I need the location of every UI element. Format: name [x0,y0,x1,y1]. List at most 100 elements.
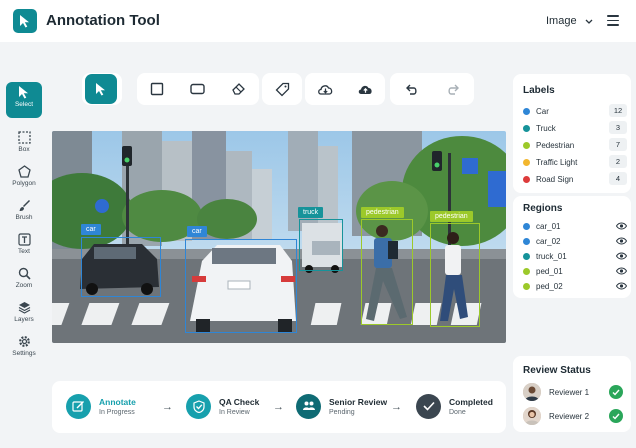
label-count: 7 [609,138,627,151]
app-logo [13,9,37,33]
cursor-icon [19,86,28,99]
app-header: Annotation Tool Image [0,0,636,42]
labels-panel: Labels Car 12 Truck 3 Pedestrian 7 Traffic … [513,74,631,193]
eye-icon[interactable] [616,267,627,275]
bbox-car-2[interactable] [185,239,297,333]
reviewer-row: Reviewer 2 [523,406,623,426]
toolbar-download-button[interactable] [307,73,343,105]
region-color-dot [523,237,530,245]
view-select[interactable]: Image [546,15,593,27]
label-color-dot [523,175,530,183]
cursor-icon [20,15,29,28]
region-item-ped-02[interactable]: ped_02 [523,279,627,293]
tool-layers[interactable]: Layers [6,298,42,334]
label-name: Road Sign [536,174,574,184]
workflow-step-completed[interactable]: Completed Done [416,386,493,426]
label-item-pedestrian[interactable]: Pedestrian 7 [523,138,627,152]
bbox-pedestrian-1[interactable] [361,219,413,325]
tool-zoom[interactable]: Zoom [6,264,42,300]
chevron-down-icon [585,19,593,24]
eraser-icon [232,83,246,95]
cloud-upload-icon [358,85,372,94]
shield-check-icon [192,399,205,413]
tool-polygon[interactable]: Polygon [6,162,42,198]
tool-label: Text [18,248,30,255]
tool-sidebar: Select Box Polygon Brush Text Zoom Layer… [0,80,46,368]
toolbar-group-select [82,73,122,105]
menu-icon[interactable] [607,15,619,26]
qa-icon-circle [186,393,211,419]
check-circle-icon [609,385,623,399]
toolbar-tag-button[interactable] [264,73,300,105]
eye-icon[interactable] [616,252,627,260]
bbox-label-truck-1: truck [298,207,324,218]
toolbar-group-cloud [305,73,385,105]
workflow-step-annotate[interactable]: Annotate In Progress [66,386,136,426]
region-name: car_02 [536,236,561,246]
eye-icon[interactable] [616,237,627,245]
labels-title: Labels [523,85,555,96]
label-color-dot [523,107,530,115]
tool-label: Box [18,146,30,153]
tool-brush[interactable]: Brush [6,196,42,232]
bbox-label-car-1: car [81,224,101,235]
region-item-truck-01[interactable]: truck_01 [523,249,627,263]
eye-icon[interactable] [616,222,627,230]
tool-label: Select [14,101,34,108]
edit-icon [72,400,84,412]
bbox-pedestrian-2[interactable] [430,223,480,327]
tool-select[interactable]: Select [6,82,42,118]
review-status-panel: Review Status Reviewer 1 Reviewer 2 [513,356,631,432]
toolbar-redo-button[interactable] [435,73,471,105]
bbox-car-1[interactable] [81,237,161,297]
toolbar-eraser-button[interactable] [221,73,257,105]
workflow-step-qa-check[interactable]: QA Check In Review [186,386,259,426]
app-title: Annotation Tool [46,12,160,29]
label-color-dot [523,158,530,166]
region-item-ped-01[interactable]: ped_01 [523,264,627,278]
label-item-truck[interactable]: Truck 3 [523,121,627,135]
region-name: ped_01 [536,266,563,276]
region-item-car-01[interactable]: car_01 [523,219,627,233]
label-color-dot [523,141,530,149]
toolbar-rounded-rectangle-button[interactable] [180,73,216,105]
tool-box[interactable]: Box [6,128,42,164]
check-circle-icon [609,409,623,423]
tool-settings[interactable]: Settings [6,332,42,368]
check-icon [422,401,435,411]
tool-label: Polygon [12,180,36,187]
users-icon [302,401,315,410]
tool-label: Settings [12,350,36,357]
label-count: 12 [609,104,627,117]
avatar [523,407,541,425]
tag-icon [275,82,289,96]
region-name: truck_01 [536,251,567,261]
reviewer-name: Reviewer 1 [549,387,590,397]
region-item-car-02[interactable]: car_02 [523,234,627,248]
rectangle-icon [151,82,164,96]
polygon-icon [17,165,31,178]
label-count: 2 [609,155,627,168]
toolbar-group-shapes [137,73,259,105]
label-name: Pedestrian [536,140,575,150]
label-item-road-sign[interactable]: Road Sign 4 [523,172,627,186]
toolbar-select-button[interactable] [85,74,117,104]
cursor-icon [96,83,105,96]
toolbar-group-tag [262,73,302,105]
toolbar-undo-button[interactable] [393,73,429,105]
toolbar-rectangle-button[interactable] [139,73,175,105]
step-status: Pending [329,408,355,416]
annotation-canvas[interactable]: car car truck pedestrian pedestrian [52,131,506,343]
redo-icon [447,84,459,95]
toolbar-upload-button[interactable] [347,73,383,105]
label-count: 3 [609,121,627,134]
region-color-dot [523,267,530,275]
rounded-rectangle-icon [190,83,206,95]
review-title: Review Status [523,365,591,376]
label-item-traffic-light[interactable]: Traffic Light 2 [523,155,627,169]
workflow-step-senior-review[interactable]: Senior Review Pending [296,386,387,426]
eye-icon[interactable] [616,282,627,290]
bbox-truck-1[interactable] [299,219,343,271]
tool-text[interactable]: Text [6,230,42,266]
label-item-car[interactable]: Car 12 [523,104,627,118]
